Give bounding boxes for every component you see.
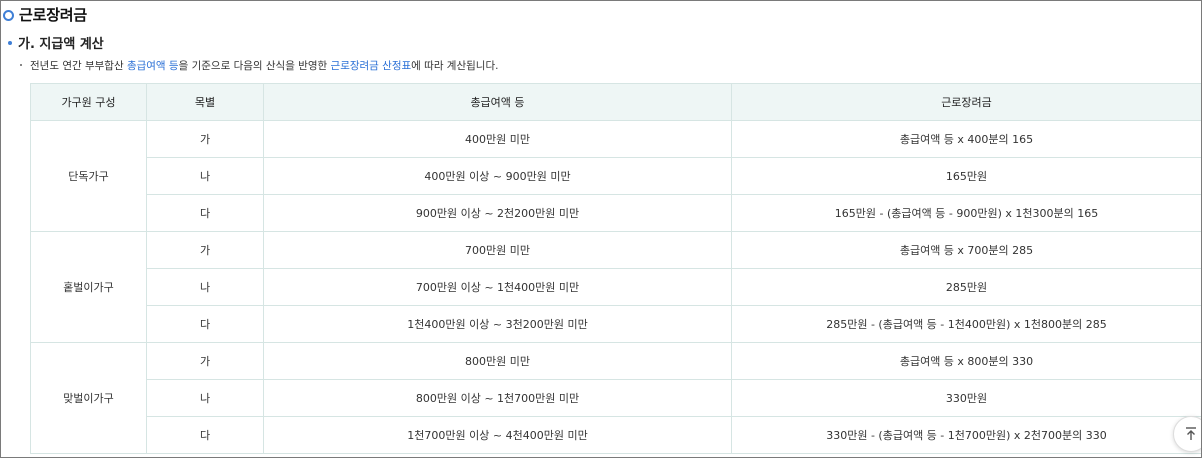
income-cell: 700만원 이상 ~ 1천400만원 미만: [263, 268, 732, 306]
section-title-row: 근로장려금: [3, 4, 87, 25]
grade-cell: 다: [146, 194, 264, 232]
total-pay-link[interactable]: 총급여액 등: [127, 60, 179, 72]
table-row: 나 800만원 이상 ~ 1천700만원 미만 330만원: [31, 379, 1201, 417]
amount-cell: 총급여액 등 x 800분의 330: [731, 342, 1201, 380]
income-cell: 1천700만원 이상 ~ 4천400만원 미만: [263, 416, 732, 454]
amount-cell: 330만원 - (총급여액 등 - 1천700만원) x 2천700분의 330: [731, 416, 1201, 454]
income-cell: 400만원 미만: [263, 120, 732, 158]
amount-cell: 330만원: [731, 379, 1201, 417]
table-row: 맞벌이가구 가 800만원 미만 총급여액 등 x 800분의 330: [30, 342, 1201, 454]
table-row: 다 900만원 이상 ~ 2천200만원 미만 165만원 - (총급여액 등 …: [31, 194, 1201, 232]
header-household: 가구원 구성: [30, 83, 147, 121]
amount-cell: 165만원 - (총급여액 등 - 900만원) x 1천300분의 165: [731, 194, 1201, 232]
description: 전년도 연간 부부합산 총급여액 등을 기준으로 다음의 산식을 반영한 근로장…: [20, 58, 498, 73]
small-bullet-icon: [20, 63, 22, 66]
table-row: 홑벌이가구 가 700만원 미만 총급여액 등 x 700분의 285: [30, 231, 1201, 343]
grade-cell: 가: [146, 342, 264, 380]
household-cell: 맞벌이가구: [30, 342, 147, 454]
section-title: 근로장려금: [19, 6, 88, 24]
table-row: 다 1천400만원 이상 ~ 3천200만원 미만 285만원 - (총급여액 …: [31, 305, 1201, 343]
amount-cell: 총급여액 등 x 700분의 285: [731, 231, 1201, 269]
income-cell: 400만원 이상 ~ 900만원 미만: [263, 157, 732, 195]
grade-cell: 나: [146, 157, 264, 195]
amount-cell: 285만원 - (총급여액 등 - 1천400만원) x 1천800분의 285: [731, 305, 1201, 343]
sub-title: 가. 지급액 계산: [18, 37, 104, 52]
ring-bullet-icon: [3, 9, 14, 21]
table-header-row: 가구원 구성 목별 총급여액 등 근로장려금: [30, 83, 1201, 121]
income-cell: 900만원 이상 ~ 2천200만원 미만: [263, 194, 732, 232]
calculation-table-link[interactable]: 근로장려금 산정표: [331, 60, 412, 72]
amount-cell: 총급여액 등 x 400분의 165: [731, 120, 1201, 158]
grade-cell: 가: [146, 120, 264, 158]
grade-cell: 가: [146, 231, 264, 269]
arrow-up-icon: [1186, 427, 1196, 440]
grade-cell: 다: [146, 305, 264, 343]
description-part-2: 을 기준으로 다음의 산식을 반영한: [178, 60, 331, 72]
income-cell: 800만원 미만: [263, 342, 732, 380]
table-row: 단독가구 가 400만원 미만 총급여액 등 x 400분의 165: [30, 120, 1201, 232]
description-part-1: 전년도 연간 부부합산: [30, 60, 127, 72]
grade-cell: 다: [146, 416, 264, 454]
grade-cell: 나: [146, 379, 264, 417]
grade-cell: 나: [146, 268, 264, 306]
income-cell: 800만원 이상 ~ 1천700만원 미만: [263, 379, 732, 417]
income-cell: 700만원 미만: [263, 231, 732, 269]
header-grade: 목별: [146, 83, 264, 121]
table-row: 나 400만원 이상 ~ 900만원 미만 165만원: [31, 157, 1201, 195]
header-income: 총급여액 등: [263, 83, 732, 121]
amount-cell: 165만원: [731, 157, 1201, 195]
amount-cell: 285만원: [731, 268, 1201, 306]
sub-title-row: 가. 지급액 계산: [8, 33, 104, 52]
content-frame: 근로장려금 가. 지급액 계산 전년도 연간 부부합산 총급여액 등을 기준으로…: [0, 0, 1202, 458]
description-part-3: 에 따라 계산됩니다.: [411, 60, 499, 72]
calculation-table: 가구원 구성 목별 총급여액 등 근로장려금 단독가구 가 400만원 미만 총…: [30, 83, 1201, 454]
household-cell: 홑벌이가구: [30, 231, 147, 343]
table-row: 나 700만원 이상 ~ 1천400만원 미만 285만원: [31, 268, 1201, 306]
household-cell: 단독가구: [30, 120, 147, 232]
table-row: 다 1천700만원 이상 ~ 4천400만원 미만 330만원 - (총급여액 …: [31, 416, 1201, 454]
income-cell: 1천400만원 이상 ~ 3천200만원 미만: [263, 305, 732, 343]
header-amount: 근로장려금: [731, 83, 1201, 121]
dot-bullet-icon: [8, 40, 12, 45]
scroll-to-top-button[interactable]: [1173, 416, 1201, 452]
